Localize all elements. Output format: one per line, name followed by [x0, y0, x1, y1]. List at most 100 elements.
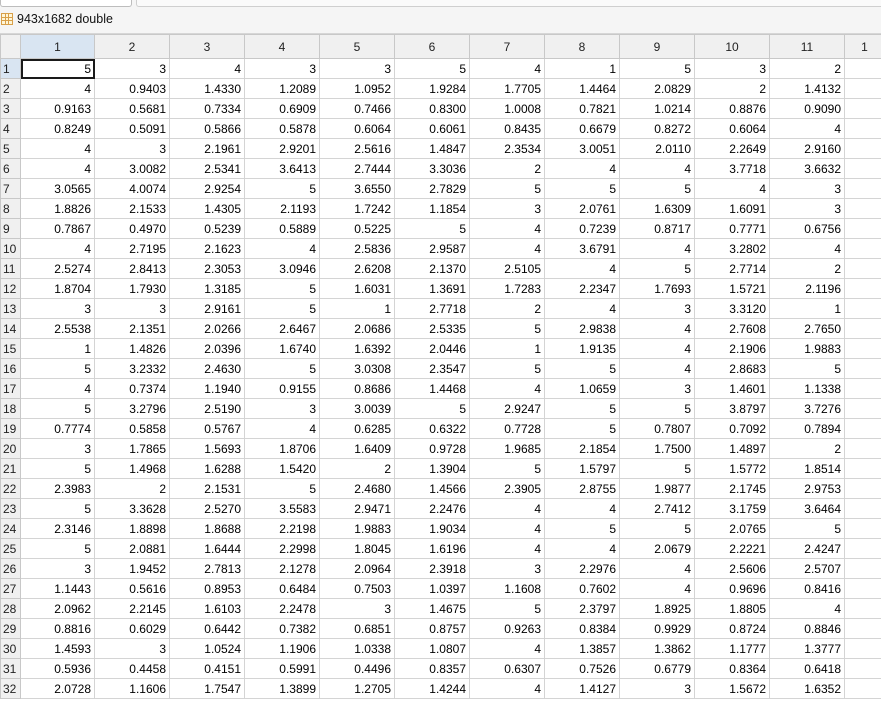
data-cell[interactable]: 3.1759	[694, 498, 770, 519]
data-cell[interactable]: 2.4247	[769, 538, 845, 559]
data-cell[interactable]: 4	[469, 58, 545, 79]
data-cell[interactable]: 3	[20, 438, 95, 459]
data-cell[interactable]: 0.6484	[244, 578, 320, 599]
data-cell[interactable]: 2.5190	[169, 398, 245, 419]
data-cell[interactable]: 1.4593	[20, 638, 95, 659]
data-cell[interactable]: 1.1777	[694, 638, 770, 659]
data-cell[interactable]: 1.4305	[169, 198, 245, 219]
data-cell[interactable]: 0.6442	[169, 618, 245, 639]
data-cell[interactable]: 2.9471	[319, 498, 395, 519]
data-cell[interactable]: 3.6632	[769, 158, 845, 179]
data-cell[interactable]: 3.5583	[244, 498, 320, 519]
data-cell[interactable]: 1.4330	[169, 78, 245, 99]
data-cell[interactable]: 1.6352	[769, 678, 845, 699]
data-cell[interactable]: 5	[619, 258, 695, 279]
row-header[interactable]: 22	[0, 478, 21, 499]
data-cell[interactable]: 1.1606	[94, 678, 170, 699]
data-cell[interactable]	[844, 658, 881, 679]
data-cell[interactable]: 2.1196	[769, 278, 845, 299]
data-cell[interactable]: 2.5270	[169, 498, 245, 519]
data-cell[interactable]: 2.9254	[169, 178, 245, 199]
data-cell[interactable]: 5	[619, 398, 695, 419]
data-cell[interactable]: 2.1531	[169, 478, 245, 499]
data-cell[interactable]: 0.5225	[319, 218, 395, 239]
data-cell[interactable]: 5	[619, 178, 695, 199]
data-cell[interactable]: 1.4127	[544, 678, 620, 699]
data-cell[interactable]: 2.1961	[169, 138, 245, 159]
data-cell[interactable]: 5	[619, 58, 695, 79]
row-header[interactable]: 19	[0, 418, 21, 439]
data-cell[interactable]: 3.3036	[394, 158, 470, 179]
data-cell[interactable]	[844, 218, 881, 239]
data-cell[interactable]: 2.9201	[244, 138, 320, 159]
row-header[interactable]: 20	[0, 438, 21, 459]
data-cell[interactable]	[844, 498, 881, 519]
data-cell[interactable]: 0.7728	[469, 418, 545, 439]
column-header[interactable]: 9	[619, 34, 695, 59]
data-cell[interactable]: 1.4968	[94, 458, 170, 479]
data-cell[interactable]: 5	[469, 458, 545, 479]
data-cell[interactable]: 2.4680	[319, 478, 395, 499]
data-cell[interactable]: 1.8514	[769, 458, 845, 479]
data-cell[interactable]	[844, 398, 881, 419]
data-cell[interactable]: 0.7867	[20, 218, 95, 239]
data-cell[interactable]: 0.5889	[244, 218, 320, 239]
data-cell[interactable]: 0.5239	[169, 218, 245, 239]
data-cell[interactable]: 0.9403	[94, 78, 170, 99]
data-cell[interactable]: 3.0308	[319, 358, 395, 379]
data-cell[interactable]	[844, 158, 881, 179]
data-cell[interactable]: 1.8045	[319, 538, 395, 559]
data-cell[interactable]: 1	[469, 338, 545, 359]
data-cell[interactable]: 4	[469, 538, 545, 559]
data-cell[interactable]: 0.5767	[169, 418, 245, 439]
data-cell[interactable]: 5	[244, 278, 320, 299]
data-cell[interactable]: 5	[20, 358, 95, 379]
data-cell[interactable]: 2.7813	[169, 558, 245, 579]
data-cell[interactable]: 3.8797	[694, 398, 770, 419]
data-cell[interactable]	[844, 278, 881, 299]
data-cell[interactable]: 1	[544, 58, 620, 79]
data-cell[interactable]: 1.8898	[94, 518, 170, 539]
data-cell[interactable]: 1.7547	[169, 678, 245, 699]
data-cell[interactable]: 4	[694, 178, 770, 199]
data-cell[interactable]: 3.6413	[244, 158, 320, 179]
data-cell[interactable]: 0.8717	[619, 218, 695, 239]
data-cell[interactable]: 2.1278	[244, 558, 320, 579]
data-cell[interactable]: 1.6031	[319, 278, 395, 299]
data-cell[interactable]: 2.0964	[319, 558, 395, 579]
data-cell[interactable]: 1.4847	[394, 138, 470, 159]
data-cell[interactable]: 2.5538	[20, 318, 95, 339]
row-header[interactable]: 7	[0, 178, 21, 199]
column-header[interactable]: 10	[694, 34, 770, 59]
data-cell[interactable]: 0.8249	[20, 118, 95, 139]
data-cell[interactable]: 4	[619, 558, 695, 579]
data-cell[interactable]: 5	[244, 478, 320, 499]
data-cell[interactable]	[844, 458, 881, 479]
data-cell[interactable]: 1	[20, 338, 95, 359]
data-cell[interactable]: 1.7283	[469, 278, 545, 299]
data-cell[interactable]: 0.4458	[94, 658, 170, 679]
data-cell[interactable]: 1.4675	[394, 598, 470, 619]
data-cell[interactable]: 1.6444	[169, 538, 245, 559]
data-cell[interactable]: 0.6285	[319, 418, 395, 439]
data-cell[interactable]: 2.9838	[544, 318, 620, 339]
data-cell[interactable]: 1.1906	[244, 638, 320, 659]
data-cell[interactable]: 0.8416	[769, 578, 845, 599]
data-cell[interactable]: 2.9160	[769, 138, 845, 159]
data-cell[interactable]: 2.0962	[20, 598, 95, 619]
data-cell[interactable]: 0.9090	[769, 98, 845, 119]
data-cell[interactable]: 4	[769, 118, 845, 139]
data-cell[interactable]: 0.7821	[544, 98, 620, 119]
data-cell[interactable]: 0.6307	[469, 658, 545, 679]
data-cell[interactable]: 5	[394, 218, 470, 239]
data-cell[interactable]: 0.8300	[394, 98, 470, 119]
data-cell[interactable]: 3.6791	[544, 238, 620, 259]
data-cell[interactable]: 0.5091	[94, 118, 170, 139]
data-cell[interactable]: 5	[469, 178, 545, 199]
data-cell[interactable]: 2	[94, 478, 170, 499]
data-cell[interactable]: 0.7774	[20, 418, 95, 439]
data-cell[interactable]: 1.3862	[619, 638, 695, 659]
data-cell[interactable]: 0.6679	[544, 118, 620, 139]
data-cell[interactable]: 0.6064	[319, 118, 395, 139]
data-cell[interactable]: 0.9263	[469, 618, 545, 639]
